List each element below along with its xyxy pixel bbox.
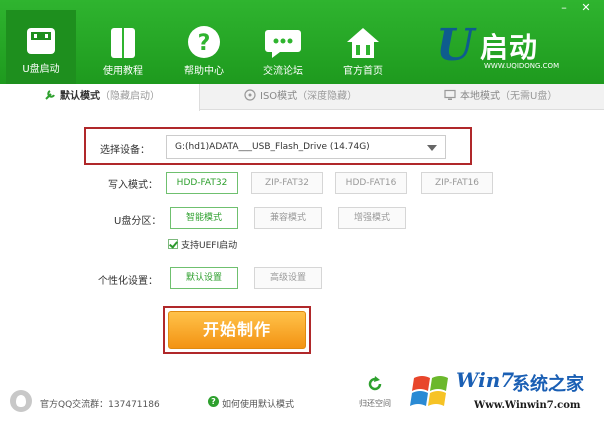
tab-iso-mode[interactable]: ISO模式（深度隐藏） — [244, 84, 357, 110]
start-button-highlight: 开始制作 — [163, 306, 311, 354]
tab-main-label: ISO模式 — [260, 91, 298, 102]
disc-icon — [244, 89, 256, 101]
nav-label: 帮助中心 — [184, 66, 224, 77]
help-icon: ? — [188, 26, 220, 58]
home-icon — [347, 28, 379, 58]
watermark: Win7 系统之家 Www.Winwin7.com — [404, 366, 600, 418]
tab-local-mode[interactable]: 本地模式（无需U盘） — [444, 84, 557, 110]
question-icon: ? — [208, 396, 219, 407]
mode-tabs: 默认模式（隐藏启动） ISO模式（深度隐藏） 本地模式（无需U盘） — [0, 84, 604, 111]
nav-help-center[interactable]: ? 帮助中心 — [169, 14, 239, 82]
partition-smart-mode[interactable]: 智能模式 — [170, 207, 238, 229]
tab-sub-label: （无需U盘） — [500, 91, 558, 102]
write-mode-hdd-fat32[interactable]: HDD-FAT32 — [166, 172, 238, 194]
nav-label: 使用教程 — [103, 66, 143, 77]
watermark-brand: 系统之家 — [512, 374, 584, 395]
restore-icon — [368, 376, 382, 391]
personalize-advanced[interactable]: 高级设置 — [254, 267, 322, 289]
partition-enhanced-mode[interactable]: 增强模式 — [338, 207, 406, 229]
logo-text: 启动 — [480, 31, 539, 64]
tab-sub-label: （隐藏启动） — [100, 91, 160, 102]
wrench-icon — [45, 90, 55, 100]
partition-compatible-mode[interactable]: 兼容模式 — [254, 207, 322, 229]
dropdown-arrow-icon — [427, 145, 437, 151]
monitor-icon — [444, 89, 456, 100]
write-mode-hdd-fat16[interactable]: HDD-FAT16 — [335, 172, 407, 194]
nav-forum[interactable]: 交流论坛 — [248, 14, 318, 82]
nav-label: U盘启动 — [22, 64, 60, 75]
tab-sub-label: （深度隐藏） — [297, 91, 358, 102]
close-button[interactable]: ✕ — [578, 2, 594, 14]
app-logo: U 启动 WWW.UQIDONG.COM — [436, 20, 586, 80]
restore-space-button[interactable]: 归还空间 — [352, 374, 398, 409]
qq-icon — [10, 390, 32, 412]
uefi-checkbox[interactable] — [168, 239, 178, 249]
app-header: – ✕ U盘启动 使用教程 ? 帮助中心 交流论坛 官方首页 U 启动 WWW.… — [0, 0, 604, 84]
minimize-button[interactable]: – — [556, 2, 572, 14]
uefi-option[interactable]: 支持UEFI启动 — [168, 238, 237, 252]
nav-tutorial[interactable]: 使用教程 — [88, 14, 158, 82]
usb-drive-icon — [27, 28, 55, 54]
chat-icon — [265, 30, 301, 58]
device-selection-highlight: 选择设备： G:(hd1)ADATA___USB_Flash_Drive (14… — [84, 127, 472, 165]
uefi-label: 支持UEFI启动 — [181, 241, 238, 251]
watermark-win7: Win7 — [456, 368, 515, 392]
windows-logo-icon — [410, 376, 448, 406]
device-select-value: G:(hd1)ADATA___USB_Flash_Drive (14.74G) — [175, 142, 370, 152]
nav-label: 官方首页 — [343, 66, 383, 77]
device-label: 选择设备： — [100, 145, 150, 156]
qq-group-text: 官方QQ交流群：137471186 — [40, 400, 160, 410]
svg-text:?: ? — [198, 31, 211, 56]
start-making-button[interactable]: 开始制作 — [168, 311, 306, 349]
book-icon — [111, 28, 135, 58]
nav-usb-boot[interactable]: U盘启动 — [6, 10, 76, 84]
tab-main-label: 默认模式 — [60, 91, 100, 102]
nav-home[interactable]: 官方首页 — [328, 14, 398, 82]
help-link[interactable]: 如何使用默认模式 — [222, 397, 294, 410]
tab-default-mode[interactable]: 默认模式（隐藏启动） — [0, 84, 200, 111]
nav-label: 交流论坛 — [263, 66, 303, 77]
personalize-label: 个性化设置： — [98, 276, 158, 287]
write-mode-zip-fat32[interactable]: ZIP-FAT32 — [251, 172, 323, 194]
personalize-default[interactable]: 默认设置 — [170, 267, 238, 289]
watermark-url: Www.Winwin7.com — [474, 400, 581, 411]
restore-label: 归还空间 — [359, 399, 391, 408]
device-select[interactable]: G:(hd1)ADATA___USB_Flash_Drive (14.74G) — [166, 135, 446, 159]
tab-main-label: 本地模式 — [460, 91, 500, 102]
logo-mark: U — [436, 20, 475, 71]
partition-label: U盘分区： — [114, 216, 162, 227]
write-mode-label: 写入模式： — [108, 180, 158, 191]
write-mode-zip-fat16[interactable]: ZIP-FAT16 — [421, 172, 493, 194]
logo-url: WWW.UQIDONG.COM — [484, 62, 560, 70]
